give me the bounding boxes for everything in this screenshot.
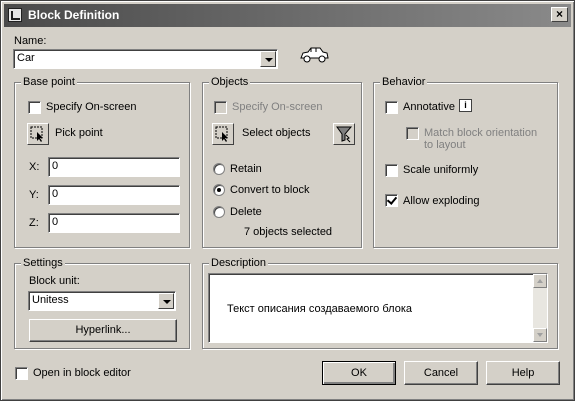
arrow-down-icon: [537, 333, 543, 337]
allow-exploding-checkbox[interactable]: [385, 194, 398, 207]
description-scrollbar[interactable]: [533, 274, 547, 342]
behavior-title: Behavior: [380, 76, 428, 88]
objects-specify-onscreen-label: Specify On-screen: [232, 101, 323, 113]
chevron-down-icon[interactable]: [260, 51, 276, 67]
filter-icon: [336, 126, 353, 143]
select-objects-icon: [215, 126, 228, 142]
cancel-button[interactable]: Cancel: [404, 361, 478, 385]
delete-label: Delete: [230, 206, 262, 218]
app-icon: [8, 8, 22, 22]
retain-radio[interactable]: [213, 163, 225, 175]
block-definition-dialog: Block Definition × Name: Car Base point …: [0, 0, 575, 401]
convert-to-block-radio[interactable]: [213, 184, 225, 196]
block-unit-select[interactable]: Unitess: [28, 291, 176, 311]
ok-button[interactable]: OK: [322, 361, 396, 385]
scroll-down-button[interactable]: [533, 328, 547, 342]
pick-point-button[interactable]: [27, 123, 49, 145]
x-field[interactable]: 0: [48, 157, 180, 177]
close-button[interactable]: ×: [551, 7, 568, 22]
open-in-editor-checkbox[interactable]: [15, 367, 28, 380]
pick-point-label: Pick point: [55, 127, 103, 139]
chevron-down-icon[interactable]: [158, 293, 174, 309]
block-preview-icon: [298, 43, 330, 67]
retain-label: Retain: [230, 163, 262, 175]
allow-exploding-label: Allow exploding: [403, 195, 480, 207]
base-point-title: Base point: [21, 76, 77, 88]
match-orientation-checkbox[interactable]: [406, 127, 419, 140]
scale-uniformly-checkbox[interactable]: [385, 164, 398, 177]
annotative-label: Annotative: [403, 101, 455, 113]
hyperlink-button[interactable]: Hyperlink...: [29, 319, 177, 342]
convert-to-block-label: Convert to block: [230, 184, 310, 196]
y-label: Y:: [29, 189, 39, 201]
block-unit-label: Block unit:: [29, 275, 80, 287]
quick-select-button[interactable]: [333, 123, 355, 145]
scale-uniformly-label: Scale uniformly: [403, 164, 479, 176]
select-objects-button[interactable]: [212, 123, 234, 145]
block-unit-value: Unitess: [32, 294, 69, 306]
help-button[interactable]: Help: [486, 361, 560, 385]
arrow-up-icon: [537, 279, 543, 283]
pick-point-icon: [30, 126, 43, 142]
name-value: Car: [17, 52, 35, 64]
name-label: Name:: [14, 35, 47, 47]
match-orientation-label: Match block orientation to layout: [424, 127, 538, 151]
description-text: Текст описания создаваемого блока: [227, 303, 412, 315]
annotative-checkbox[interactable]: [385, 101, 398, 114]
base-specify-onscreen-label: Specify On-screen: [46, 101, 137, 113]
settings-title: Settings: [21, 257, 65, 269]
objects-title: Objects: [209, 76, 251, 88]
scroll-up-button[interactable]: [533, 274, 547, 288]
select-objects-label: Select objects: [242, 127, 311, 139]
objects-specify-onscreen-checkbox[interactable]: [214, 101, 227, 114]
description-field[interactable]: Текст описания создаваемого блока: [208, 273, 548, 343]
z-label: Z:: [29, 217, 39, 229]
z-field[interactable]: 0: [48, 213, 180, 233]
title-bar[interactable]: Block Definition ×: [4, 4, 571, 27]
info-icon[interactable]: i: [459, 99, 472, 112]
name-combobox[interactable]: Car: [13, 49, 278, 69]
base-specify-onscreen-checkbox[interactable]: [28, 101, 41, 114]
x-label: X:: [29, 161, 40, 173]
delete-radio[interactable]: [213, 206, 225, 218]
dialog-title: Block Definition: [28, 8, 120, 22]
open-in-editor-label: Open in block editor: [33, 367, 131, 379]
description-title: Description: [209, 257, 269, 269]
objects-count: 7 objects selected: [244, 226, 333, 238]
y-field[interactable]: 0: [48, 185, 180, 205]
